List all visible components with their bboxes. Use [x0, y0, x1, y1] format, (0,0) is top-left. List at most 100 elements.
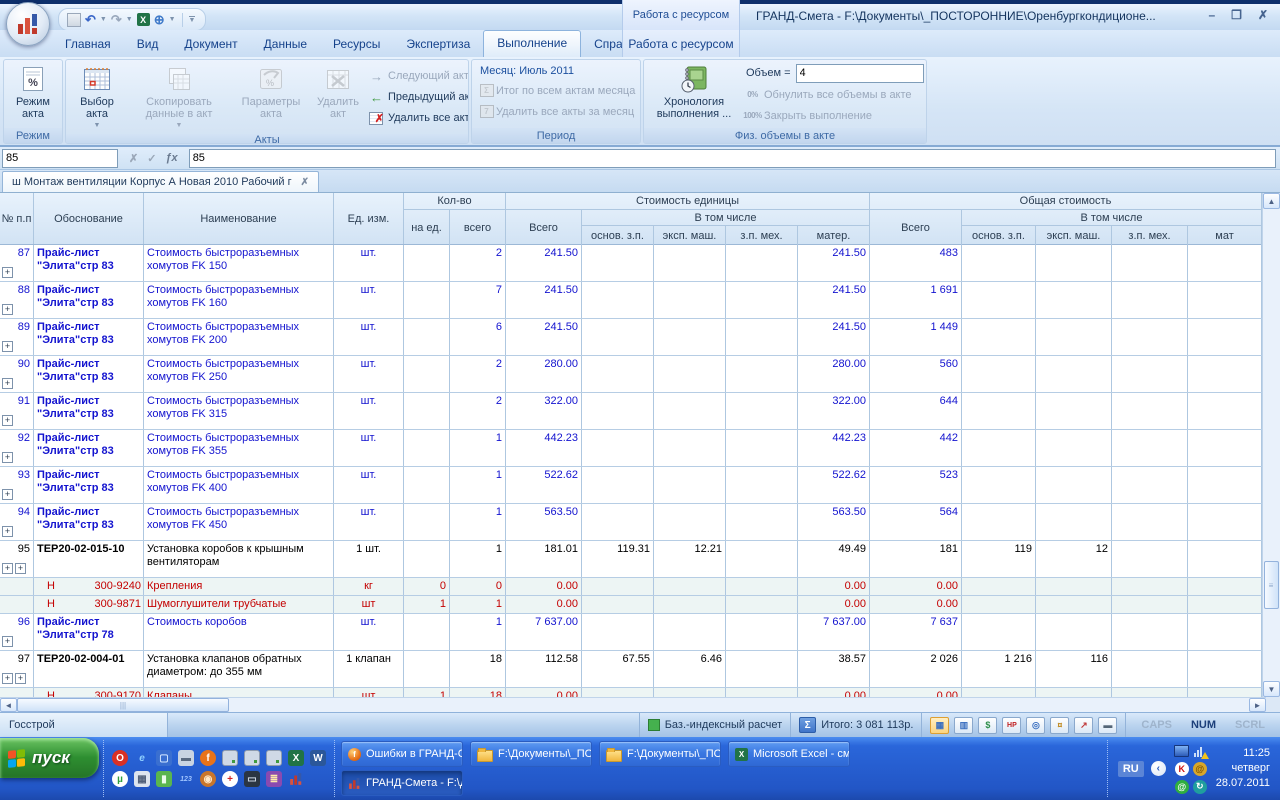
cell-name[interactable]: Стоимость быстроразъемных хомутов FK 200 — [144, 319, 334, 355]
status-icon-5[interactable]: ◎ — [1026, 717, 1045, 734]
cancel-entry-icon[interactable]: ✗ — [129, 152, 138, 165]
col-header-basis[interactable]: Обоснование — [34, 193, 144, 244]
formula-input[interactable] — [189, 149, 1276, 168]
udalit-akt-button[interactable]: Удалить акт — [310, 62, 366, 132]
cell-qp[interactable] — [404, 393, 450, 429]
save-icon[interactable] — [67, 13, 81, 27]
cell-t_mat[interactable] — [1188, 245, 1262, 281]
cell-t_em[interactable] — [1036, 596, 1112, 613]
cell-basis[interactable]: Прайс-лист "Элита"стр 83 — [34, 504, 144, 540]
app-menu-button[interactable] — [6, 2, 50, 46]
cell-qt[interactable]: 1 — [450, 430, 506, 466]
medical-cross-icon[interactable]: + — [222, 771, 238, 787]
cell-name[interactable]: Крепления — [144, 578, 334, 595]
redo-icon[interactable]: ↷ — [111, 13, 122, 27]
cell-unit[interactable]: шт. — [334, 614, 404, 650]
taskbar-window-grand[interactable]: ГРАНД-Смета - F:\Д... — [341, 770, 463, 796]
cell-t_em[interactable] — [1036, 578, 1112, 595]
cell-qt[interactable]: 2 — [450, 245, 506, 281]
language-indicator[interactable]: RU — [1118, 761, 1144, 777]
cell-t[interactable]: 560 — [870, 356, 962, 392]
cell-basis[interactable]: Прайс-лист "Элита"стр 83 — [34, 282, 144, 318]
col-header-including[interactable]: В том числе — [582, 210, 870, 226]
cell-basis[interactable]: Прайс-лист "Элита"стр 83 — [34, 430, 144, 466]
cell-num[interactable]: 94+ — [0, 504, 34, 540]
col-header-ozp2[interactable]: основ. з.п. — [962, 226, 1036, 245]
excel-icon[interactable]: X — [288, 750, 304, 766]
prev-act-button[interactable]: ← Предыдущий акт — [366, 87, 469, 108]
cell-ue_em[interactable] — [654, 430, 726, 466]
cell-num[interactable] — [0, 596, 34, 613]
cell-ue_zpm[interactable] — [726, 356, 798, 392]
cell-name[interactable]: Стоимость быстроразъемных хомутов FK 150 — [144, 245, 334, 281]
cell-t_zpm[interactable] — [1112, 282, 1188, 318]
cell-t_em[interactable] — [1036, 504, 1112, 540]
cell-qp[interactable] — [404, 430, 450, 466]
expand-button[interactable]: + — [15, 563, 26, 574]
drive-icon-1[interactable] — [222, 750, 238, 766]
cell-ue[interactable]: 322.00 — [506, 393, 582, 429]
cell-ue_mat[interactable]: 322.00 — [798, 393, 870, 429]
grand-smeta-icon[interactable] — [288, 771, 304, 787]
cell-ue_zpm[interactable] — [726, 504, 798, 540]
volume-input[interactable] — [796, 64, 924, 83]
cell-t_mat[interactable] — [1188, 504, 1262, 540]
col-header-qty-total[interactable]: всего — [450, 210, 506, 245]
col-header-unit-total[interactable]: Всего — [506, 210, 582, 245]
cell-qt[interactable]: 2 — [450, 356, 506, 392]
cell-t_mat[interactable] — [1188, 596, 1262, 613]
cell-ue_zpm[interactable] — [726, 541, 798, 577]
cell-t_ozp[interactable]: 119 — [962, 541, 1036, 577]
col-header-ozp[interactable]: основ. з.п. — [582, 226, 654, 245]
cell-t_ozp[interactable] — [962, 596, 1036, 613]
status-icon-1[interactable]: ▦ — [930, 717, 949, 734]
cell-t_em[interactable] — [1036, 393, 1112, 429]
tab-Данные[interactable]: Данные — [251, 32, 320, 57]
chronology-button[interactable]: Хронология выполнения ... — [646, 62, 742, 126]
expand-button[interactable]: + — [2, 673, 13, 684]
cell-t_ozp[interactable] — [962, 393, 1036, 429]
zero-volumes-button[interactable]: 0% Обнулить все объемы в акте — [742, 84, 924, 105]
expand-button[interactable]: + — [2, 489, 13, 500]
taskbar-window-folder[interactable]: F:\Документы\_ПОС... — [599, 741, 721, 767]
status-icon-8[interactable]: ▬ — [1098, 717, 1117, 734]
cell-ue[interactable]: 0.00 — [506, 578, 582, 595]
cell-qt[interactable]: 18 — [450, 651, 506, 687]
cell-num[interactable]: 92+ — [0, 430, 34, 466]
cell-t_em[interactable] — [1036, 467, 1112, 503]
delete-all-acts-button[interactable]: ✗ Удалить все акты — [366, 108, 469, 129]
cell-t_ozp[interactable] — [962, 245, 1036, 281]
cell-ue_mat[interactable]: 522.62 — [798, 467, 870, 503]
cell-name[interactable]: Установка клапанов обратных диаметром: д… — [144, 651, 334, 687]
cell-ue_em[interactable] — [654, 578, 726, 595]
cell-ue[interactable]: 522.62 — [506, 467, 582, 503]
vertical-scroll-thumb[interactable]: ≡ — [1264, 561, 1279, 609]
cell-t_mat[interactable] — [1188, 356, 1262, 392]
cell-num[interactable] — [0, 578, 34, 595]
expand-button[interactable]: + — [15, 673, 26, 684]
cell-t_zpm[interactable] — [1112, 614, 1188, 650]
cell-t_mat[interactable] — [1188, 393, 1262, 429]
vertical-scrollbar[interactable]: ▲ ≡ ▼ — [1262, 193, 1280, 697]
cell-t_ozp[interactable] — [962, 578, 1036, 595]
cell-basis[interactable]: Прайс-лист "Элита"стр 83 — [34, 467, 144, 503]
drive-icon-3[interactable] — [266, 750, 282, 766]
cell-t[interactable]: 644 — [870, 393, 962, 429]
cell-unit[interactable]: шт. — [334, 393, 404, 429]
cell-ue_zpm[interactable] — [726, 614, 798, 650]
tab-Ресурсы[interactable]: Ресурсы — [320, 32, 393, 57]
cell-name[interactable]: Шумоглушители трубчатые — [144, 596, 334, 613]
cell-t[interactable]: 181 — [870, 541, 962, 577]
cell-ue_em[interactable] — [654, 596, 726, 613]
cell-ue_mat[interactable]: 0.00 — [798, 578, 870, 595]
opera-icon[interactable]: O — [112, 750, 128, 766]
tab-Главная[interactable]: Главная — [52, 32, 124, 57]
cell-ue_ozp[interactable] — [582, 596, 654, 613]
cell-t_mat[interactable] — [1188, 614, 1262, 650]
col-header-unit[interactable]: Ед. изм. — [334, 193, 404, 244]
mail-agent-icon[interactable]: @ — [1175, 780, 1189, 794]
expand-button[interactable]: + — [2, 267, 13, 278]
cell-ue_em[interactable] — [654, 356, 726, 392]
cell-unit[interactable]: шт — [334, 596, 404, 613]
delete-month-acts-button[interactable]: 7 Удалить все акты за месяц — [474, 101, 638, 122]
